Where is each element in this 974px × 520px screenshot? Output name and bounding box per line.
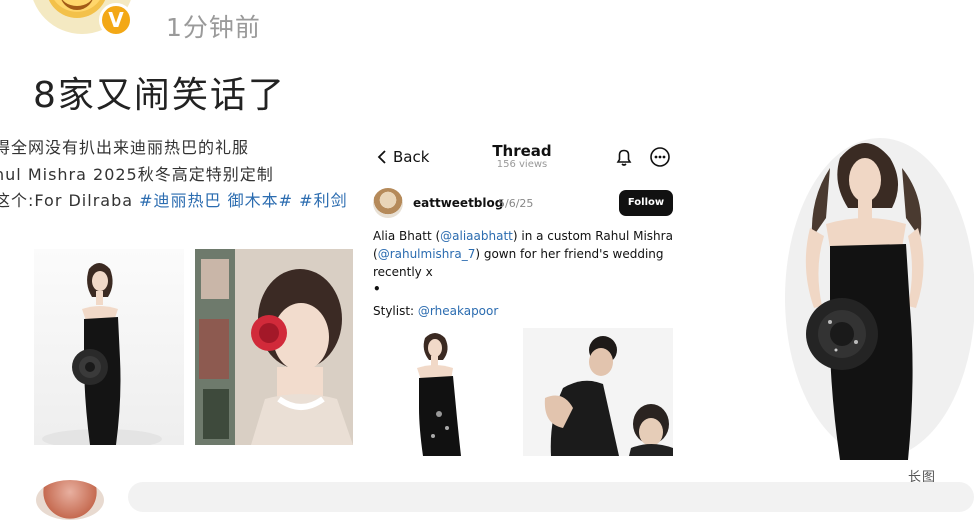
line2-post: ) gown for her friend's wedding <box>475 247 664 261</box>
body-line-2: hul Mishra 2025秋冬高定特别定制 <box>0 165 274 184</box>
thread-date: 5/6/25 <box>498 197 534 210</box>
thread-bullet: • <box>373 282 381 296</box>
dress-large-illustration <box>785 138 974 460</box>
follow-button[interactable]: Follow <box>619 190 673 216</box>
portrait-photo <box>195 249 353 445</box>
mention-rheakapoor[interactable]: @rheakapoor <box>418 304 498 318</box>
back-button[interactable]: Back <box>393 148 429 166</box>
thread-text-line-3: recently x <box>373 265 433 279</box>
thread-image-gown-sketch[interactable] <box>373 328 519 456</box>
thread-text-line-2: (@rahulmishra_7) gown for her friend's w… <box>373 247 664 261</box>
mention-rahulmishra[interactable]: @rahulmishra_7 <box>378 247 476 261</box>
gown-sketch-illustration <box>417 333 461 456</box>
body-line-1: 得全网没有扒出来迪丽热巴的礼服 <box>0 138 250 157</box>
bell-icon[interactable] <box>613 146 635 168</box>
line1-post: ) in a custom Rahul Mishra <box>512 229 673 243</box>
wedding-photo <box>523 328 673 456</box>
handle-text: eattweetblog <box>413 196 504 210</box>
commenter-avatar[interactable] <box>36 480 104 520</box>
more-icon[interactable] <box>649 146 671 168</box>
chevron-left-icon[interactable] <box>375 149 391 165</box>
thread-screenshot[interactable]: Back Thread 156 views eattweetblog 5/6/2… <box>365 126 683 456</box>
hashtag-lijian[interactable]: #利剑 <box>299 191 347 210</box>
thread-stylist-line: Stylist: @rheakapoor <box>373 304 498 318</box>
thread-image-wedding-photo[interactable] <box>523 328 673 456</box>
thread-views: 156 views <box>496 159 548 170</box>
body-line-3-text: 这个:For Dilraba <box>0 191 140 210</box>
stylist-label: Stylist: <box>373 304 418 318</box>
hashtag-mikimoto[interactable]: 御木本# <box>228 191 293 210</box>
post-image-dress-large[interactable] <box>770 128 974 460</box>
thread-author-avatar[interactable] <box>373 188 403 218</box>
post-image-dress-sketch[interactable] <box>34 249 184 445</box>
thread-author-handle[interactable]: eattweetblog <box>413 196 503 210</box>
thread-title: Thread <box>492 142 552 160</box>
thread-text-line-1: Alia Bhatt (@aliaabhatt) in a custom Rah… <box>373 229 673 243</box>
post-time: 1分钟前 <box>166 13 261 42</box>
verified-badge-icon: V <box>99 3 133 37</box>
comment-input[interactable] <box>128 482 974 512</box>
body-line-3: 这个:For Dilraba #迪丽热巴 御木本# #利剑 <box>0 187 348 210</box>
post-body-text: 得全网没有扒出来迪丽热巴的礼服 hul Mishra 2025秋冬高定特别定制 … <box>0 130 366 210</box>
mention-aliaabhatt[interactable]: @aliaabhatt <box>440 229 513 243</box>
line1-pre: Alia Bhatt ( <box>373 229 441 243</box>
hashtag-dilraba[interactable]: #迪丽热巴 <box>139 191 221 210</box>
dress-sketch-illustration <box>42 263 162 445</box>
post-title: 8家又闹笑话了 <box>33 75 286 116</box>
post-image-photo-rose[interactable] <box>195 249 353 445</box>
